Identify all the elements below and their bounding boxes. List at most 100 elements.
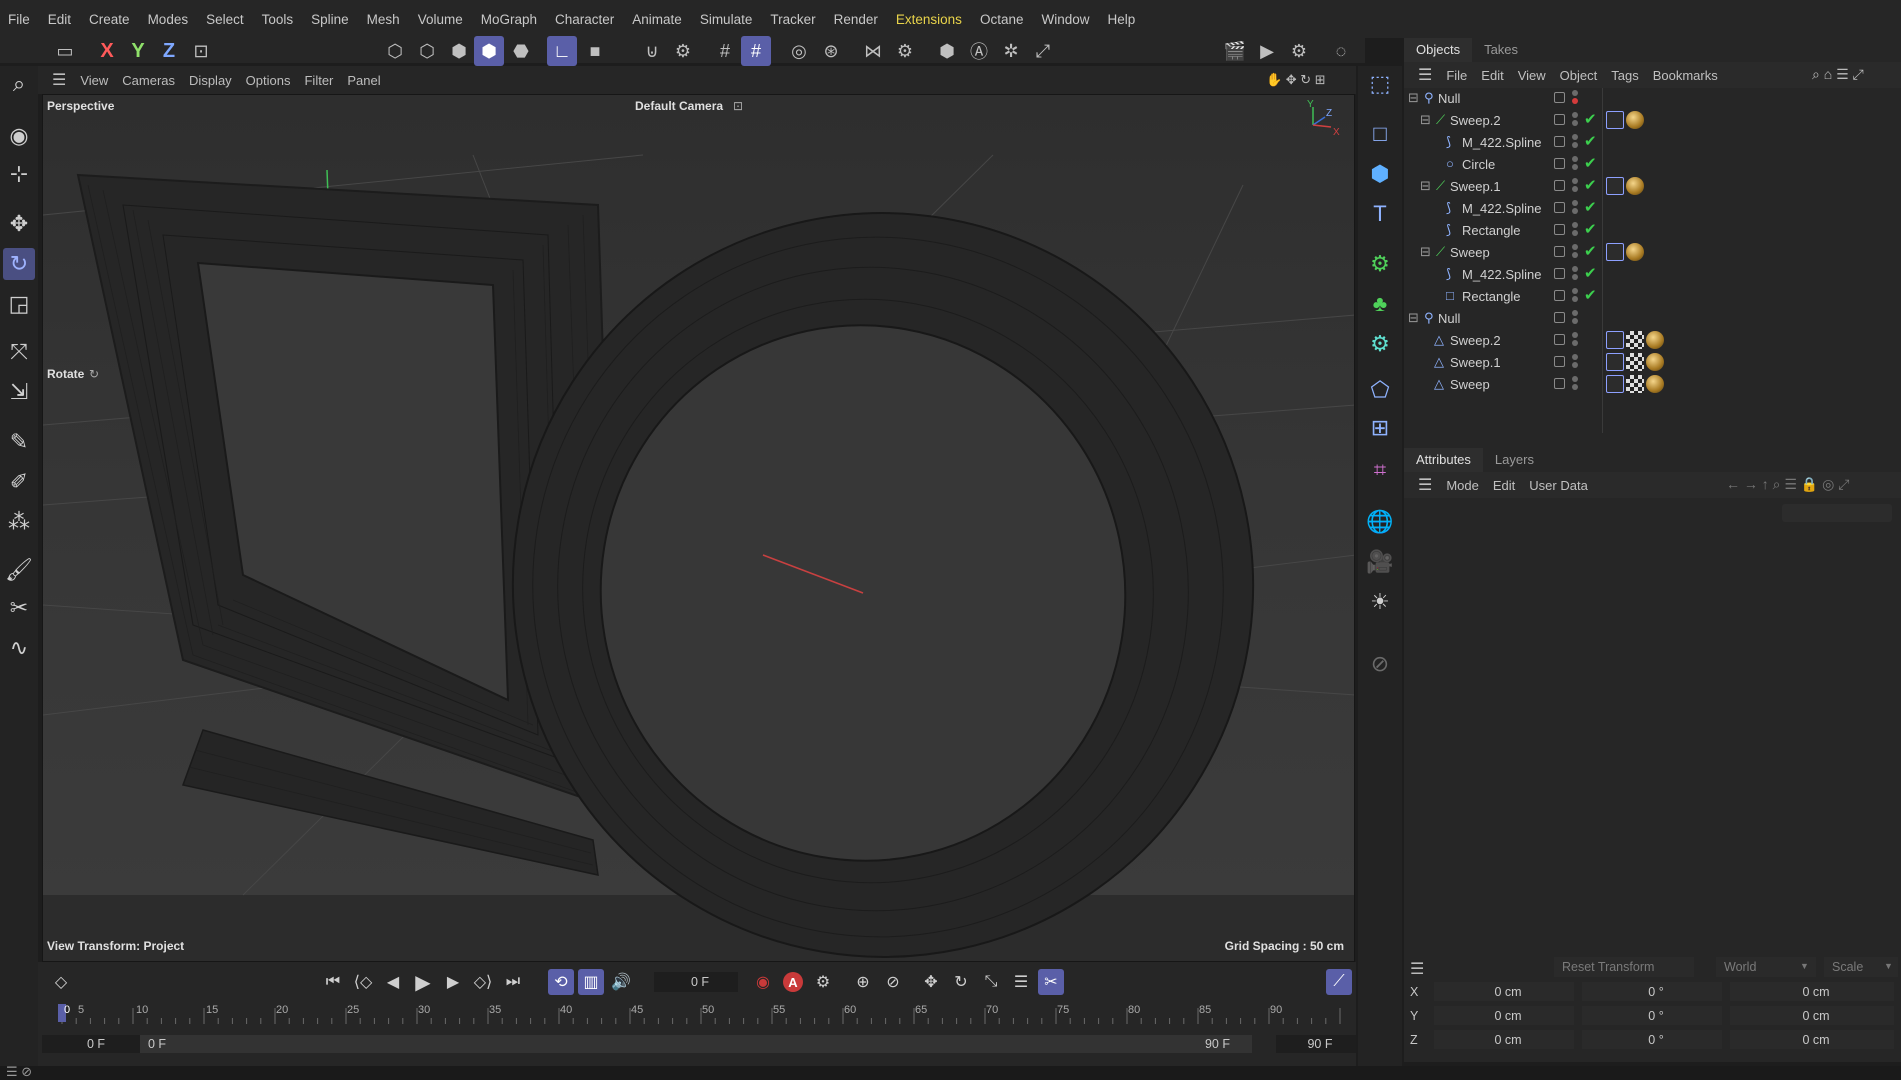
current-frame-field[interactable]: 0 F [654,972,738,992]
prev-key-icon[interactable]: ⟨◇ [350,969,376,995]
phong-tag-icon[interactable] [1606,375,1624,393]
light-icon[interactable]: ☀ [1364,586,1396,618]
scale-z-field[interactable]: 0 cm [1730,1030,1894,1049]
live-selection-icon[interactable]: ◉ [3,120,35,152]
motion-record-icon[interactable]: ⊕ [850,969,876,995]
key-rotation-icon[interactable]: ↻ [948,969,974,995]
start-frame-field[interactable]: 0 F [42,1035,142,1053]
position-x-field[interactable]: 0 cm [1434,982,1574,1001]
transform-icon[interactable]: ⤧ [3,336,35,368]
menu-select[interactable]: Select [206,12,244,27]
next-key-icon[interactable]: ◇⟩ [470,969,496,995]
menu-tools[interactable]: Tools [262,12,294,27]
axis-mode-icon[interactable]: ∟ [547,36,577,66]
rotate-icon[interactable]: ↻ [3,248,35,280]
playback-rate-icon[interactable]: ▥ [578,969,604,995]
symmetry-icon[interactable]: ⋈ [858,36,888,66]
attributes-menu-user-data[interactable]: User Data [1529,478,1588,493]
loop-icon[interactable]: ⟲ [548,969,574,995]
object-row-sweep[interactable]: ⊟ ⟋ Sweep ✔ [1404,242,1901,264]
soft-selection-icon[interactable]: ◎ [784,36,814,66]
environment-icon[interactable]: 🌐 [1364,506,1396,538]
camera-object-icon[interactable]: 🎥 [1364,546,1396,578]
objects-menu-file[interactable]: File [1446,68,1467,83]
placement-icon[interactable]: ⇲ [3,376,35,408]
key-settings-icon[interactable]: ⚙ [810,969,836,995]
viewport-menu-options[interactable]: Options [246,73,291,88]
key-param-icon[interactable]: ☰ [1008,969,1034,995]
edit-render-settings-icon[interactable]: ⚙ [1284,36,1314,66]
tab-takes[interactable]: Takes [1472,38,1530,62]
object-row-rectangle-2[interactable]: □ Rectangle ✔ [1404,286,1901,308]
frame-range-slider[interactable]: 0 F 90 F [140,1035,1252,1053]
phong-tag-icon[interactable] [1606,331,1624,349]
symmetry-settings-icon[interactable]: ⚙ [890,36,920,66]
scale-y-field[interactable]: 0 cm [1730,1006,1894,1025]
render-picture-viewer-icon[interactable]: ▶ [1252,36,1282,66]
cube-icon[interactable]: ⬢ [1364,158,1396,190]
scale-x-field[interactable]: 0 cm [1730,982,1894,1001]
axis-z-lock[interactable]: Z [154,36,184,66]
uvw-tag-icon[interactable] [1626,375,1644,393]
attributes-search-field[interactable] [1782,504,1892,522]
position-y-field[interactable]: 0 cm [1434,1006,1574,1025]
axis-y-lock[interactable]: Y [123,36,153,66]
coordinate-system-icon[interactable]: ⊡ [186,36,216,66]
object-row-null-1[interactable]: ⊟ ⚲ Null [1404,88,1901,110]
cloner-cubes-icon[interactable]: ⁂ [3,506,35,538]
tab-objects[interactable]: Objects [1404,38,1473,62]
edges-mode-icon[interactable]: ⬡ [412,36,442,66]
material-tag-icon[interactable] [1626,243,1644,261]
objects-menu-object[interactable]: Object [1560,68,1598,83]
viewport-menu-panel[interactable]: Panel [347,73,380,88]
render-settings-icon[interactable]: ⊛ [816,36,846,66]
material-tag-icon[interactable] [1626,177,1644,195]
model-mode-icon[interactable]: ⬢ [474,36,504,66]
menu-character[interactable]: Character [555,12,614,27]
object-row-spline-3[interactable]: ⟆ M_422.Spline ✔ [1404,264,1901,286]
menu-simulate[interactable]: Simulate [700,12,753,27]
next-frame-icon[interactable]: ▶ [440,969,466,995]
menu-file[interactable]: File [8,12,30,27]
menu-tracker[interactable]: Tracker [770,12,815,27]
phong-tag-icon[interactable] [1606,111,1624,129]
object-row-spline-1[interactable]: ⟆ M_422.Spline ✔ [1404,132,1901,154]
field-icon[interactable]: ⊞ [1364,412,1396,444]
octane-a-icon[interactable]: Ⓐ [964,36,994,66]
menu-edit[interactable]: Edit [48,12,71,27]
menu-mesh[interactable]: Mesh [367,12,400,27]
viewport-camera-label[interactable]: Default Camera [635,99,723,113]
axis-x-lock[interactable]: X [92,36,122,66]
material-tag-icon[interactable] [1646,375,1664,393]
menu-help[interactable]: Help [1107,12,1135,27]
spline-smooth-icon[interactable]: ∿ [3,632,35,664]
goto-start-icon[interactable]: ⏮ [320,969,346,995]
undo-view-icon[interactable]: ▭ [50,36,80,66]
plane-icon[interactable]: □ [1364,118,1396,150]
menu-create[interactable]: Create [89,12,130,27]
cloner-icon[interactable]: ♣ [1364,288,1396,320]
paint-brush-icon[interactable]: 🖌 [3,554,35,586]
text-icon[interactable]: T [1364,198,1396,230]
attributes-nav-icons[interactable]: ← → ↑ ⌕ ☰ 🔒 ◎ ⤢ [1726,476,1849,493]
uvw-tag-icon[interactable] [1626,353,1644,371]
object-row-rectangle-1[interactable]: ⟆ Rectangle ✔ [1404,220,1901,242]
rotation-z-field[interactable]: 0 ° [1582,1030,1722,1049]
phong-tag-icon[interactable] [1606,353,1624,371]
viewport-nav-icons[interactable]: ✋ ✥ ↻ ⊞ [1266,72,1326,88]
rotation-x-field[interactable]: 0 ° [1582,982,1722,1001]
status-menu-icon[interactable]: ☰ ⊘ [6,1064,32,1080]
render-view-icon[interactable]: 🎬 [1220,36,1250,66]
viewport-menu-cameras[interactable]: Cameras [122,73,175,88]
workplane-snap-icon[interactable]: # [741,36,771,66]
grid-snap-icon[interactable]: # [710,36,740,66]
menu-volume[interactable]: Volume [418,12,463,27]
reset-transform-button[interactable]: Reset Transform [1554,957,1694,977]
play-icon[interactable]: ▶ [410,969,436,995]
end-frame-field[interactable]: 90 F [1276,1035,1356,1053]
move-icon[interactable]: ✥ [3,208,35,240]
select-object-icon[interactable]: ⬚ [1364,68,1396,100]
fcurve-icon[interactable]: ⟋ [1326,969,1352,995]
viewport-hamburger-icon[interactable]: ☰ [52,70,66,90]
record-icon[interactable]: ◉ [750,969,776,995]
